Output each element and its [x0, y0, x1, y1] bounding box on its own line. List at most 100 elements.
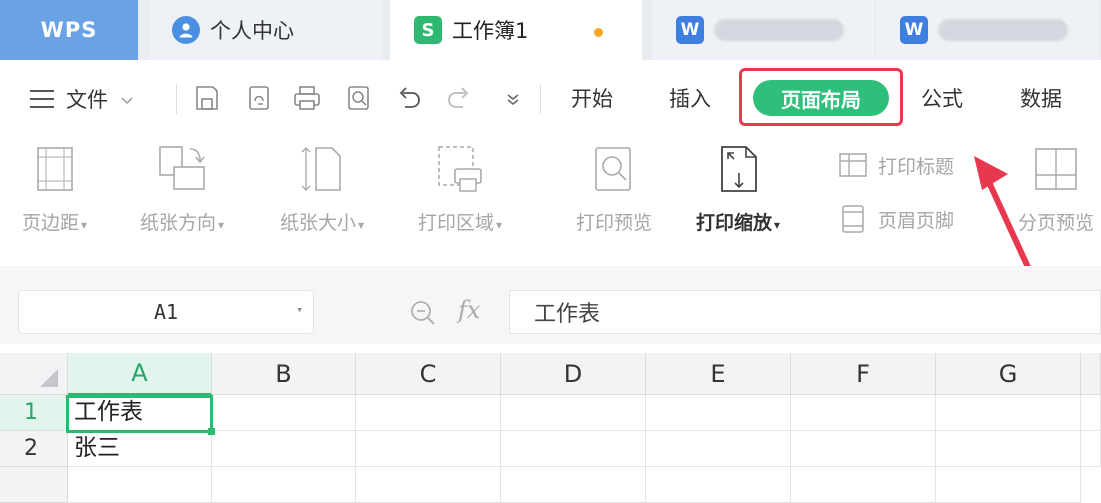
header-footer-button[interactable]: 页眉页脚 — [838, 204, 954, 234]
print-preview-icon[interactable] — [344, 82, 374, 114]
print-scale-label: 打印缩放 — [696, 212, 773, 234]
row-header-1[interactable]: 1 — [0, 395, 68, 431]
customize-toolbar-icon[interactable] — [498, 82, 528, 114]
cell-f1[interactable] — [791, 395, 936, 431]
cell-g3[interactable] — [936, 467, 1081, 503]
print-preview-button[interactable]: 打印预览 — [576, 138, 652, 235]
cell-f2[interactable] — [791, 431, 936, 467]
print-area-icon — [434, 142, 486, 196]
column-header-g[interactable]: G — [936, 353, 1081, 395]
menu-data[interactable]: 数据 — [1020, 84, 1062, 114]
cell-c1[interactable] — [356, 395, 501, 431]
file-menu-button[interactable]: 文件 — [30, 84, 134, 114]
cell-b2[interactable] — [212, 431, 356, 467]
tab-document-1[interactable]: W — [652, 0, 874, 60]
cell-f3[interactable] — [791, 467, 936, 503]
print-area-button[interactable]: 打印区域 ▾ — [418, 138, 502, 235]
tab-wps-home[interactable]: WPS — [0, 0, 138, 60]
tab-personal-center[interactable]: 个人中心 — [150, 0, 382, 60]
cell-c2[interactable] — [356, 431, 501, 467]
menu-home[interactable]: 开始 — [571, 84, 613, 114]
row-header-2[interactable]: 2 — [0, 431, 68, 467]
cell-e3[interactable] — [646, 467, 791, 503]
cell-a2[interactable]: 张三 — [68, 431, 212, 467]
name-box-value: A1 — [153, 300, 179, 324]
column-header-h[interactable] — [1081, 353, 1101, 395]
red-arrow-icon — [974, 156, 1035, 279]
column-header-a[interactable]: A — [68, 353, 212, 395]
cell-b1[interactable] — [212, 395, 356, 431]
fill-handle[interactable] — [208, 428, 215, 435]
menu-insert[interactable]: 插入 — [669, 84, 711, 114]
formula-input-value: 工作表 — [534, 302, 601, 327]
chevron-down-icon: ▾ — [218, 218, 225, 232]
file-menu-label: 文件 — [66, 88, 108, 112]
formula-input[interactable]: 工作表 — [509, 290, 1101, 334]
chevron-down-icon — [120, 87, 134, 111]
ribbon: 页边距 ▾ 纸张方向 ▾ 纸张大小 ▾ 打印区域 ▾ 打印预览 打印缩放 ▾ 打… — [0, 138, 1101, 266]
hamburger-icon — [30, 90, 54, 108]
menu-formulas[interactable]: 公式 — [921, 84, 963, 114]
print-scale-icon — [712, 142, 764, 196]
paper-size-icon — [296, 142, 348, 196]
cell-c3[interactable] — [356, 467, 501, 503]
tab-document-2[interactable]: W — [876, 0, 1098, 60]
cell-h2[interactable] — [1081, 431, 1101, 467]
word-document-icon: W — [900, 16, 928, 44]
cell-a3[interactable] — [68, 467, 212, 503]
orientation-label: 纸张方向 — [140, 212, 217, 234]
chevron-down-icon: ▾ — [358, 218, 365, 232]
cell-e1[interactable] — [646, 395, 791, 431]
toolbar-gap — [0, 266, 1101, 290]
print-preview-icon — [588, 142, 640, 196]
print-scale-button[interactable]: 打印缩放 ▾ — [696, 138, 780, 235]
menu-row: 文件 开始 插入 页面布局 公式 数据 — [0, 60, 1101, 138]
export-pdf-icon[interactable] — [244, 82, 274, 114]
row-header-3[interactable] — [0, 467, 68, 503]
select-all-corner[interactable] — [0, 353, 68, 395]
column-header-c[interactable]: C — [356, 353, 501, 395]
undo-icon[interactable] — [394, 82, 424, 114]
orientation-button[interactable]: 纸张方向 ▾ — [140, 138, 224, 235]
user-avatar-icon — [172, 16, 200, 44]
column-header-e[interactable]: E — [646, 353, 791, 395]
print-area-label: 打印区域 — [418, 212, 495, 234]
tab-workbook[interactable]: S 工作簿1 — [390, 0, 642, 60]
tab-personal-label: 个人中心 — [210, 19, 294, 43]
column-header-d[interactable]: D — [501, 353, 646, 395]
print-titles-button[interactable]: 打印标题 — [838, 150, 954, 180]
function-icon[interactable]: fx — [458, 296, 480, 324]
cell-selection-outline — [66, 395, 213, 433]
formula-bar: A1 ▾ fx 工作表 — [0, 290, 1101, 344]
cell-d2[interactable] — [501, 431, 646, 467]
chevron-down-icon: ▾ — [81, 218, 88, 232]
spreadsheet-icon: S — [414, 16, 442, 44]
print-preview-label: 打印预览 — [576, 212, 653, 234]
cell-h1[interactable] — [1081, 395, 1101, 431]
header-footer-label: 页眉页脚 — [878, 209, 955, 232]
wps-logo-label: WPS — [40, 18, 98, 42]
cell-e2[interactable] — [646, 431, 791, 467]
redo-icon[interactable] — [444, 82, 474, 114]
cell-g2[interactable] — [936, 431, 1081, 467]
column-header-f[interactable]: F — [791, 353, 936, 395]
header-footer-icon — [838, 204, 868, 234]
margins-label: 页边距 — [22, 212, 80, 234]
word-document-icon: W — [676, 16, 704, 44]
name-box[interactable]: A1 ▾ — [18, 290, 314, 334]
cell-d1[interactable] — [501, 395, 646, 431]
menu-page-layout[interactable]: 页面布局 — [753, 80, 889, 116]
tab-workbook-label: 工作簿1 — [452, 19, 529, 43]
unsaved-indicator-icon — [594, 28, 603, 37]
print-titles-icon — [838, 150, 868, 180]
print-icon[interactable] — [292, 82, 322, 114]
cell-b3[interactable] — [212, 467, 356, 503]
save-icon[interactable] — [192, 82, 222, 114]
zoom-icon[interactable] — [408, 298, 438, 332]
blurred-tab-title — [938, 19, 1068, 41]
paper-size-button[interactable]: 纸张大小 ▾ — [280, 138, 364, 235]
margins-button[interactable]: 页边距 ▾ — [22, 138, 87, 235]
cell-d3[interactable] — [501, 467, 646, 503]
cell-g1[interactable] — [936, 395, 1081, 431]
column-header-b[interactable]: B — [212, 353, 356, 395]
